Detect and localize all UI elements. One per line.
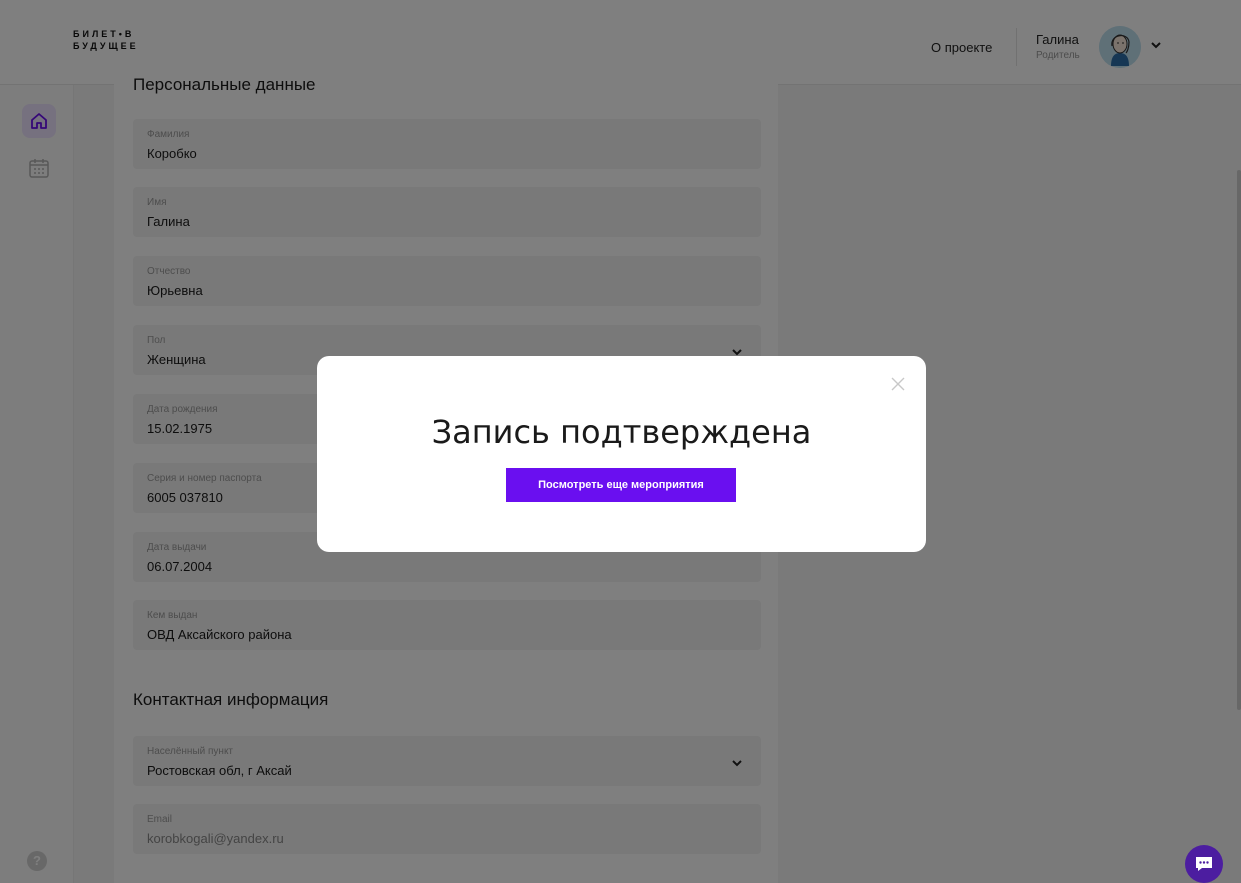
chat-icon <box>1196 857 1212 871</box>
close-icon[interactable] <box>890 376 906 392</box>
confirmation-modal: Запись подтверждена Посмотреть еще мероп… <box>317 356 926 552</box>
modal-title: Запись подтверждена <box>431 413 812 451</box>
view-more-events-button[interactable]: Посмотреть еще мероприятия <box>506 468 736 502</box>
chat-button[interactable] <box>1185 845 1223 883</box>
